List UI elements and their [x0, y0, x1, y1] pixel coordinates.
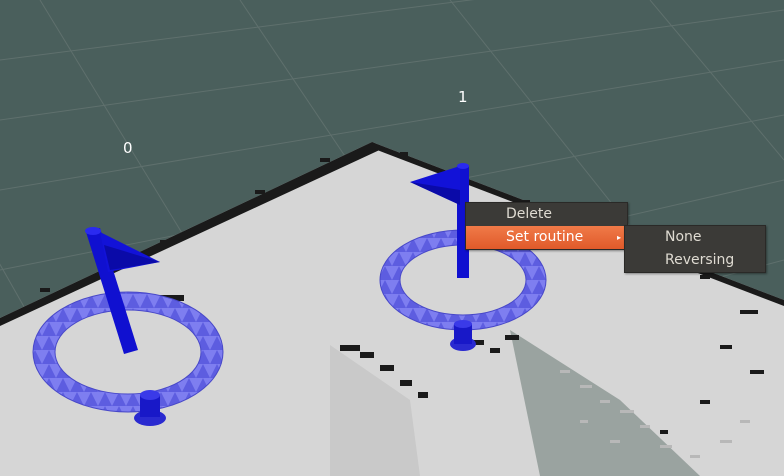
submenu-arrow-icon: ▸: [616, 233, 621, 242]
menu-item-delete[interactable]: Delete: [466, 203, 627, 226]
submenu-item-reversing[interactable]: Reversing: [625, 249, 765, 272]
submenu-item-reversing-label: Reversing: [665, 252, 735, 268]
waypoint-label-1: 1: [458, 88, 468, 106]
submenu-item-none[interactable]: None: [625, 226, 765, 249]
submenu-item-none-label: None: [665, 229, 702, 245]
routine-submenu: None Reversing: [624, 225, 766, 273]
waypoint-label-0: 0: [123, 139, 133, 157]
menu-item-set-routine-label: Set routine: [506, 229, 584, 245]
menu-item-set-routine[interactable]: Set routine ▸: [466, 226, 627, 249]
context-menu: Delete Set routine ▸: [465, 202, 628, 250]
menu-item-delete-label: Delete: [506, 206, 552, 222]
